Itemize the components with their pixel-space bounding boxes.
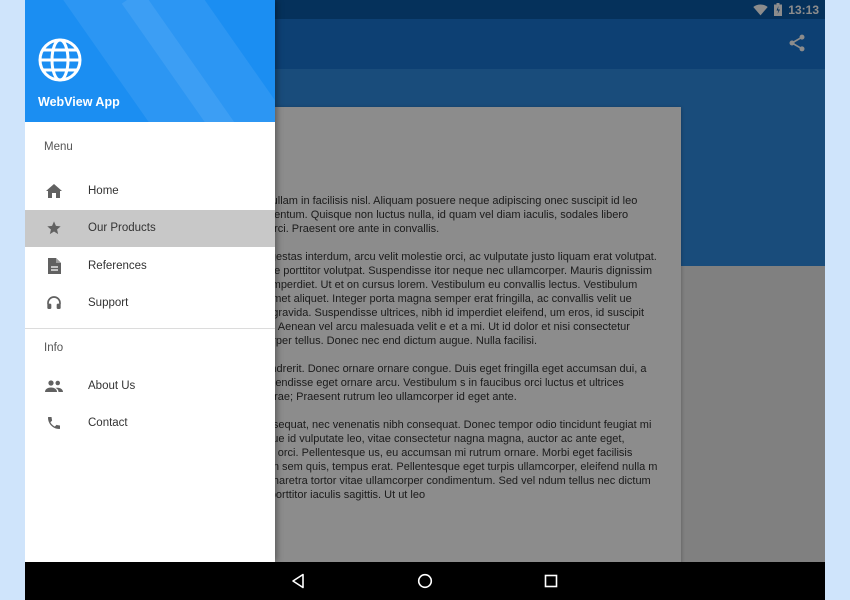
star-icon — [44, 218, 64, 238]
back-icon[interactable] — [290, 573, 306, 589]
document-icon — [44, 256, 64, 276]
recents-icon[interactable] — [543, 573, 559, 589]
menu-item-label: About Us — [88, 379, 136, 392]
menu-item-about-us[interactable]: About Us — [25, 367, 275, 405]
home-icon — [44, 181, 64, 201]
section-label-info: Info — [44, 342, 64, 354]
menu-item-label: Home — [88, 184, 119, 197]
menu-item-label: References — [88, 259, 147, 272]
menu-item-label: Our Products — [88, 222, 156, 235]
menu-item-label: Contact — [88, 417, 128, 430]
home-nav-icon[interactable] — [417, 573, 433, 589]
people-icon — [44, 376, 64, 396]
menu-item-contact[interactable]: Contact — [25, 405, 275, 443]
system-navigation-bar — [25, 562, 825, 600]
app-name: WebView App — [38, 95, 120, 109]
menu-item-home[interactable]: Home — [25, 172, 275, 210]
navigation-drawer: WebView App Menu Home Our Products Refer… — [25, 0, 275, 562]
menu-item-references[interactable]: References — [25, 247, 275, 285]
section-label-menu: Menu — [44, 141, 73, 153]
menu-item-support[interactable]: Support — [25, 285, 275, 323]
headset-icon — [44, 293, 64, 313]
device-screen: 13:13 lpsum gula at egestas. Nullam in f… — [25, 0, 825, 600]
globe-icon — [38, 38, 82, 82]
menu-item-label: Support — [88, 297, 129, 310]
menu-item-our-products[interactable]: Our Products — [25, 209, 275, 247]
drawer-header: WebView App — [25, 0, 275, 122]
phone-icon — [44, 413, 64, 433]
